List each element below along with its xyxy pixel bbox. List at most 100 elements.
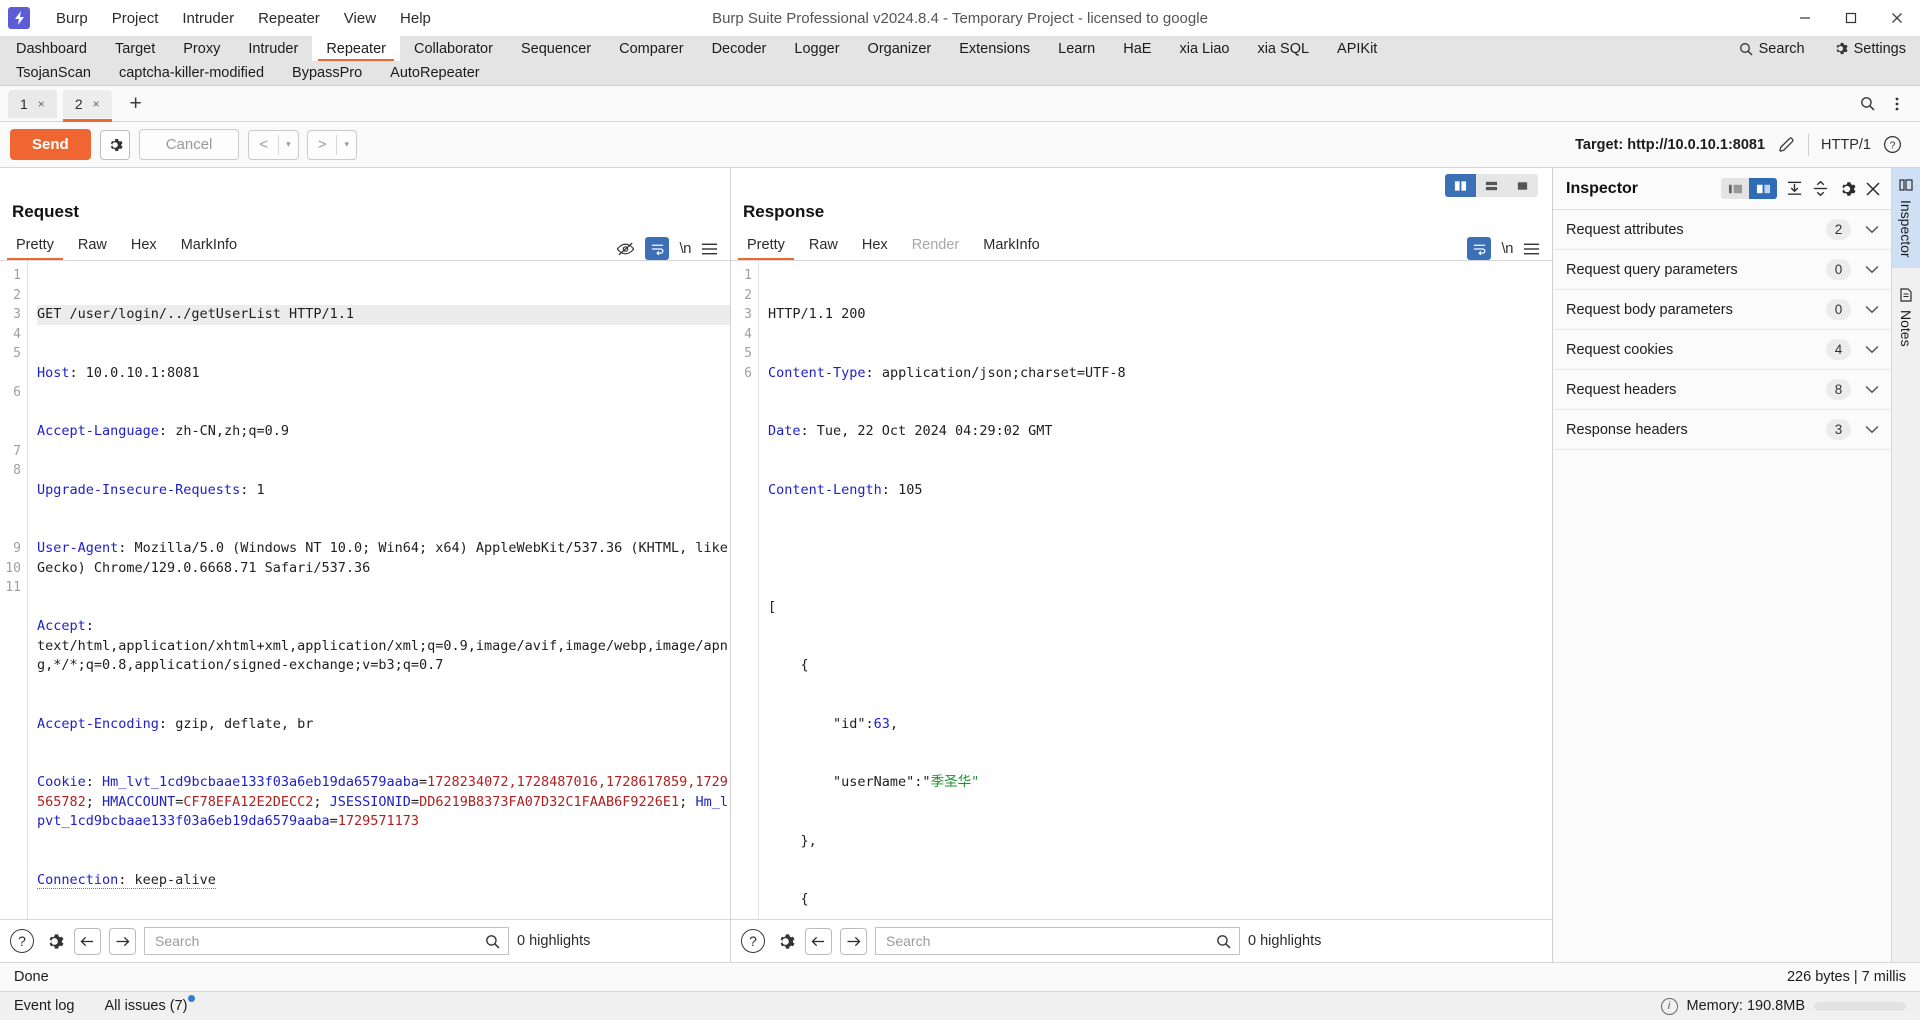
- help-icon[interactable]: ?: [10, 929, 34, 953]
- protocol-label[interactable]: HTTP/1: [1821, 137, 1871, 153]
- inspector-row-request-query-parameters[interactable]: Request query parameters 0: [1553, 250, 1891, 290]
- split-horizontal-icon[interactable]: [1476, 174, 1507, 197]
- tab-decoder[interactable]: Decoder: [698, 36, 781, 61]
- expand-all-icon[interactable]: [1812, 180, 1829, 197]
- tab-hae[interactable]: HaE: [1109, 36, 1165, 61]
- tab-organizer[interactable]: Organizer: [854, 36, 946, 61]
- newline-icon[interactable]: \n: [679, 240, 691, 257]
- new-repeater-tab-button[interactable]: +: [122, 90, 150, 118]
- tab-autorepeater[interactable]: AutoRepeater: [376, 61, 493, 85]
- pencil-icon[interactable]: [1777, 135, 1796, 154]
- search-input[interactable]: [884, 932, 1216, 950]
- menu-project[interactable]: Project: [100, 4, 171, 33]
- response-search-field[interactable]: [875, 927, 1240, 955]
- tab-collaborator[interactable]: Collaborator: [400, 36, 507, 61]
- gear-icon[interactable]: [42, 929, 66, 953]
- search-button[interactable]: Search: [1725, 36, 1819, 61]
- tab-repeater[interactable]: Repeater: [312, 36, 400, 61]
- search-prev-button[interactable]: [805, 927, 832, 955]
- all-issues-button[interactable]: All issues (7): [104, 995, 196, 1014]
- tab-apikit[interactable]: APIKit: [1323, 36, 1391, 61]
- search-next-button[interactable]: [109, 927, 136, 955]
- settings-button[interactable]: Settings: [1819, 36, 1920, 61]
- eye-slash-icon[interactable]: [616, 241, 635, 257]
- tab-menu-icon[interactable]: [1884, 91, 1910, 117]
- tab-proxy[interactable]: Proxy: [169, 36, 234, 61]
- tab-target[interactable]: Target: [101, 36, 169, 61]
- request-tab-markinfo[interactable]: MarkInfo: [169, 230, 249, 260]
- request-search-field[interactable]: [144, 927, 509, 955]
- rail-item-notes[interactable]: Notes: [1892, 278, 1920, 357]
- word-wrap-icon[interactable]: [645, 237, 670, 260]
- tab-captcha-killer-modified[interactable]: captcha-killer-modified: [105, 61, 278, 85]
- tab-extensions[interactable]: Extensions: [945, 36, 1044, 61]
- repeater-tab-2[interactable]: 2 ×: [62, 89, 112, 122]
- info-icon[interactable]: i: [1660, 997, 1678, 1015]
- chevron-down-icon[interactable]: [1865, 345, 1879, 354]
- gear-icon[interactable]: [1838, 180, 1856, 198]
- memory-label[interactable]: Memory: 190.8MB: [1687, 998, 1805, 1014]
- chevron-down-icon[interactable]: [1865, 385, 1879, 394]
- newline-icon[interactable]: \n: [1501, 240, 1513, 257]
- close-button[interactable]: [1874, 0, 1920, 36]
- response-tab-markinfo[interactable]: MarkInfo: [971, 230, 1051, 260]
- search-prev-button[interactable]: [74, 927, 101, 955]
- search-input[interactable]: [153, 932, 485, 950]
- tab-logger[interactable]: Logger: [780, 36, 853, 61]
- menu-burp[interactable]: Burp: [44, 4, 100, 33]
- chevron-down-icon[interactable]: [1865, 265, 1879, 274]
- response-tab-render[interactable]: Render: [900, 230, 972, 260]
- tab-sequencer[interactable]: Sequencer: [507, 36, 605, 61]
- split-vertical-icon[interactable]: [1445, 174, 1476, 197]
- cancel-button[interactable]: Cancel: [138, 129, 240, 160]
- hamburger-icon[interactable]: [701, 242, 718, 256]
- request-tab-raw[interactable]: Raw: [66, 230, 119, 260]
- layout-right-icon[interactable]: [1749, 178, 1777, 199]
- inspector-row-request-headers[interactable]: Request headers 8: [1553, 370, 1891, 410]
- hamburger-icon[interactable]: [1523, 242, 1540, 256]
- tab-tsojanscan[interactable]: TsojanScan: [2, 61, 105, 85]
- request-code[interactable]: GET /user/login/../getUserList HTTP/1.1 …: [28, 261, 730, 919]
- forward-history-button[interactable]: > ▾: [306, 129, 357, 160]
- menu-view[interactable]: View: [332, 4, 388, 33]
- send-settings-button[interactable]: [99, 129, 130, 160]
- tab-xia-liao[interactable]: xia Liao: [1165, 36, 1243, 61]
- collapse-all-icon[interactable]: [1786, 180, 1803, 197]
- search-icon[interactable]: [1216, 934, 1231, 949]
- response-tab-hex[interactable]: Hex: [850, 230, 900, 260]
- chevron-down-icon[interactable]: [1865, 305, 1879, 314]
- search-icon[interactable]: [485, 934, 500, 949]
- chevron-down-icon[interactable]: ▾: [279, 139, 298, 150]
- response-code[interactable]: HTTP/1.1 200 Content-Type: application/j…: [759, 261, 1552, 919]
- request-editor[interactable]: 12345 678 9 10 11 GET /user/login/../getUs…: [0, 261, 730, 919]
- repeater-tab-1[interactable]: 1 ×: [8, 89, 57, 118]
- response-tab-raw[interactable]: Raw: [797, 230, 850, 260]
- tab-xia-sql[interactable]: xia SQL: [1243, 36, 1323, 61]
- request-tab-hex[interactable]: Hex: [119, 230, 169, 260]
- minimize-button[interactable]: [1782, 0, 1828, 36]
- question-circle-icon[interactable]: ?: [1883, 135, 1902, 154]
- response-editor[interactable]: 123456 HTTP/1.1 200 Content-Type: applic…: [731, 261, 1552, 919]
- help-icon[interactable]: ?: [741, 929, 765, 953]
- close-icon[interactable]: [1865, 181, 1881, 197]
- back-history-button[interactable]: < ▾: [248, 129, 299, 160]
- menu-help[interactable]: Help: [388, 4, 443, 33]
- menu-repeater[interactable]: Repeater: [246, 4, 332, 33]
- search-next-button[interactable]: [840, 927, 867, 955]
- chevron-down-icon[interactable]: [1865, 425, 1879, 434]
- inspector-row-request-cookies[interactable]: Request cookies 4: [1553, 330, 1891, 370]
- send-button[interactable]: Send: [10, 129, 91, 160]
- tab-bypasspro[interactable]: BypassPro: [278, 61, 376, 85]
- menu-intruder[interactable]: Intruder: [170, 4, 246, 33]
- tab-learn[interactable]: Learn: [1044, 36, 1109, 61]
- single-pane-icon[interactable]: [1507, 174, 1538, 197]
- event-log-button[interactable]: Event log: [14, 998, 74, 1014]
- tab-intruder[interactable]: Intruder: [234, 36, 312, 61]
- tab-comparer[interactable]: Comparer: [605, 36, 697, 61]
- close-icon[interactable]: ×: [38, 97, 45, 111]
- inspector-row-request-body-parameters[interactable]: Request body parameters 0: [1553, 290, 1891, 330]
- chevron-down-icon[interactable]: ▾: [337, 139, 356, 150]
- request-tab-pretty[interactable]: Pretty: [4, 230, 66, 260]
- tab-dashboard[interactable]: Dashboard: [2, 36, 101, 61]
- inspector-row-response-headers[interactable]: Response headers 3: [1553, 410, 1891, 450]
